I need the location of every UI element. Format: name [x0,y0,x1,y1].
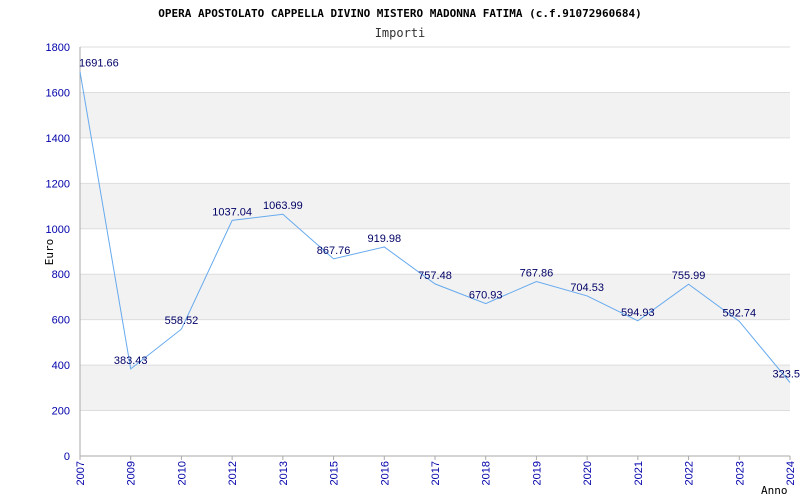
y-tick-label: 200 [52,406,70,418]
y-axis-label: Euro [43,239,56,266]
data-label: 755.99 [672,270,706,282]
x-tick-label: 2018 [481,461,493,485]
grid-band [80,365,790,411]
x-tick-label: 2009 [126,461,138,485]
x-tick-label: 2017 [430,461,442,485]
y-tick-label: 400 [52,360,70,372]
x-tick-label: 2012 [227,461,239,485]
data-label: 1037.04 [212,206,252,218]
data-label: 757.48 [418,270,452,282]
data-label: 867.76 [317,245,351,257]
y-tick-label: 0 [64,451,70,463]
x-tick-label: 2016 [379,461,391,485]
x-tick-label: 2022 [684,461,696,485]
chart-subtitle: Importi [375,26,426,40]
data-label: 1063.99 [263,200,303,212]
y-tick-label: 1400 [46,133,70,145]
x-tick-label: 2023 [734,461,746,485]
data-label: 592.74 [722,307,756,319]
y-tick-label: 1600 [46,87,70,99]
y-tick-label: 1000 [46,224,70,236]
x-axis-ticks: 2007 2009 2010 2012 2013 2015 2016 2017 2018 2019… [75,456,797,485]
grid-bands [80,92,790,411]
x-axis-label: Anno [761,484,788,497]
data-label: 767.86 [520,268,554,280]
x-tick-label: 2010 [176,461,188,485]
x-tick-label: 2015 [329,461,341,485]
data-label: 558.52 [165,315,199,327]
y-tick-label: 1200 [46,178,70,190]
y-tick-label: 800 [52,269,70,281]
grid-band [80,92,790,138]
y-tick-label: 600 [52,315,70,327]
chart-title: OPERA APOSTOLATO CAPPELLA DIVINO MISTERO… [158,7,641,20]
data-label: 1691.66 [79,58,119,70]
line-chart: OPERA APOSTOLATO CAPPELLA DIVINO MISTERO… [43,7,800,497]
y-tick-label: 1800 [46,42,70,54]
x-tick-label: 2021 [633,461,645,485]
data-label: 670.93 [469,290,503,302]
data-label: 704.53 [570,282,604,294]
data-label: 323.5 [772,368,800,380]
x-tick-label: 2013 [278,461,290,485]
x-tick-label: 2024 [785,461,797,485]
data-label: 919.98 [367,233,401,245]
x-tick-label: 2019 [531,461,543,485]
data-label: 594.93 [621,307,655,319]
grid-band [80,183,790,229]
x-tick-label: 2020 [582,461,594,485]
data-label: 383.43 [114,355,148,367]
x-tick-label: 2007 [75,461,87,485]
